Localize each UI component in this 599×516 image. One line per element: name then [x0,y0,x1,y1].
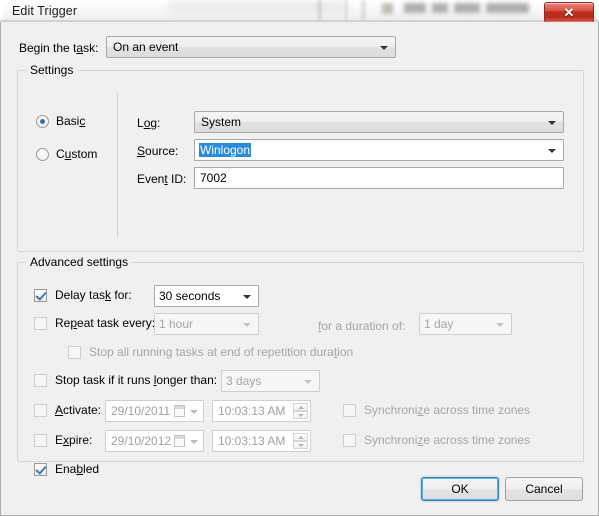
checkbox-repeat-task[interactable]: Repeat task every: [34,316,155,330]
radio-custom-label: Custom [56,147,98,161]
settings-vertical-divider [117,93,118,238]
settings-group-title: Settings [26,63,78,77]
checkbox-stop-task-longer-than-indicator [34,373,47,387]
checkbox-delay-task-label: Delay task for: [55,288,132,302]
ok-button[interactable]: OK [421,477,499,501]
log-value: System [201,115,242,129]
delay-task-value: 30 seconds [159,289,221,303]
event-id-value: 7002 [200,171,227,185]
checkbox-sync-timezones-activate[interactable]: Synchronize across time zones [343,403,530,417]
activate-time-value: 10:03:13 AM [218,404,286,418]
begin-the-task-combo[interactable]: On an event [106,36,396,58]
chevron-down-icon [548,121,556,125]
checkbox-sync-timezones-activate-label: Synchronize across time zones [364,403,531,417]
checkbox-repeat-task-label: Repeat task every: [55,316,156,330]
spin-down-icon[interactable] [293,441,308,449]
checkbox-expire[interactable]: Expire: [34,433,92,447]
page-title: Edit Trigger [12,4,78,18]
checkbox-activate-indicator [34,403,47,417]
activate-date-value: 29/10/2011 [111,404,171,418]
checkbox-sync-timezones-expire-label: Synchronize across time zones [364,433,531,447]
title-bar: Edit Trigger ✕ [0,0,599,24]
dialog-content: Begin the task: On an event Settings Bas… [0,22,599,516]
spin-up-icon[interactable] [293,403,308,411]
checkbox-repeat-task-indicator [34,316,47,330]
chevron-down-icon [380,46,388,50]
close-button[interactable]: ✕ [544,2,594,23]
calendar-icon [174,405,185,417]
checkbox-sync-timezones-expire[interactable]: Synchronize across time zones [343,433,530,447]
delay-task-combo[interactable]: 30 seconds [154,285,259,307]
checkbox-sync-timezones-expire-indicator [343,433,356,447]
spin-up-icon[interactable] [293,433,308,441]
checkbox-enabled-indicator [34,462,47,476]
source-combo[interactable]: Winlogon [194,139,564,161]
repeat-task-value: 1 hour [159,317,194,331]
activate-date-picker[interactable]: 29/10/2011 [105,400,204,422]
event-id-label: Event ID: [137,172,187,186]
duration-combo[interactable]: 1 day [419,313,512,335]
log-label: Log: [137,116,161,130]
checkbox-stop-all-running-tasks[interactable]: Stop all running tasks at end of repetit… [68,345,353,359]
checkbox-stop-all-running-tasks-indicator [68,345,81,359]
expire-date-picker[interactable]: 29/10/2012 [105,430,204,452]
chevron-down-icon [496,323,504,327]
spin-down-icon[interactable] [293,411,308,419]
chevron-down-icon [190,410,198,414]
expire-time-spin-buttons[interactable] [293,433,308,449]
begin-the-task-value: On an event [113,40,179,54]
cancel-button[interactable]: Cancel [505,477,583,501]
checkbox-activate[interactable]: Activate: [34,403,101,417]
checkbox-sync-timezones-activate-indicator [343,403,356,417]
calendar-icon [174,435,185,447]
checkbox-expire-indicator [34,433,47,447]
expire-time-value: 10:03:13 AM [218,434,286,448]
duration-value: 1 day [424,317,454,331]
chevron-down-icon [304,380,312,384]
chevron-down-icon [190,440,198,444]
checkbox-enabled-label: Enabled [55,462,100,476]
radio-custom[interactable]: Custom [36,147,97,161]
cancel-button-label: Cancel [525,482,563,496]
log-combo[interactable]: System [194,111,564,133]
event-id-input[interactable]: 7002 [194,167,564,189]
checkbox-delay-task[interactable]: Delay task for: [34,288,132,302]
begin-the-task-row: Begin the task: On an event [1,36,598,60]
advanced-settings-group-title: Advanced settings [26,255,133,269]
duration-label: for a duration of: [318,319,406,333]
activate-time-spinner[interactable]: 10:03:13 AM [212,400,311,422]
activate-time-spin-buttons[interactable] [293,403,308,419]
radio-basic-indicator [36,114,49,128]
chevron-down-icon [548,149,556,153]
ok-button-label: OK [451,482,469,496]
radio-custom-indicator [36,147,49,161]
source-label: Source: [137,144,179,158]
checkbox-activate-label: Activate: [55,403,102,417]
expire-date-value: 29/10/2012 [111,434,172,448]
expire-time-spinner[interactable]: 10:03:13 AM [212,430,311,452]
close-icon: ✕ [563,5,575,20]
checkbox-delay-task-indicator [34,288,47,302]
source-value: Winlogon [199,143,252,157]
advanced-settings-group: Advanced settings Delay task for: 30 sec… [17,255,584,476]
radio-basic-label: Basic [56,114,86,128]
chevron-down-icon [243,323,251,327]
begin-the-task-label: Begin the task: [19,41,99,55]
checkbox-stop-all-running-tasks-label: Stop all running tasks at end of repetit… [89,345,354,359]
radio-basic[interactable]: Basic [36,114,85,128]
settings-group: Settings Basic Custom Log: System Source… [17,63,584,252]
chevron-down-icon [243,295,251,299]
checkbox-expire-label: Expire: [55,433,93,447]
edit-trigger-dialog: Edit Trigger ✕ Begin the task: On an eve… [0,0,599,516]
checkbox-stop-task-longer-than[interactable]: Stop task if it runs longer than: [34,373,217,387]
stop-task-longer-than-combo[interactable]: 3 days [221,370,320,392]
checkbox-enabled[interactable]: Enabled [34,462,99,476]
stop-task-longer-than-value: 3 days [226,374,262,388]
checkbox-stop-task-longer-than-label: Stop task if it runs longer than: [55,373,218,387]
repeat-task-combo[interactable]: 1 hour [154,313,259,335]
